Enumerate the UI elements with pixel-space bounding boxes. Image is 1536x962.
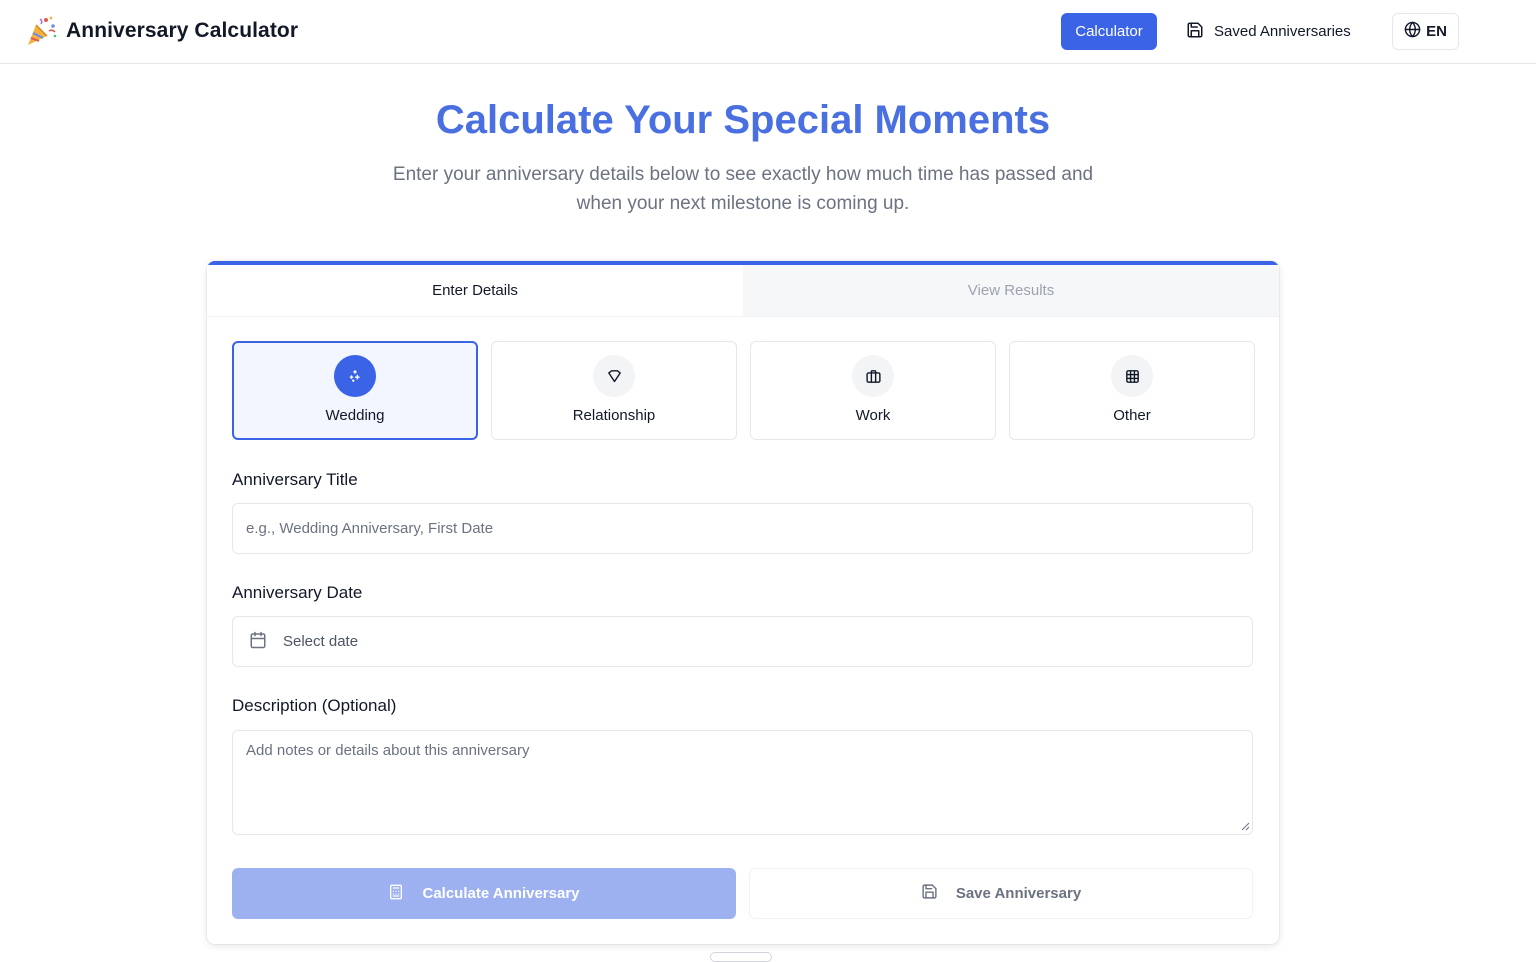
- sparkles-icon: [334, 355, 376, 397]
- next-section-peek: [710, 952, 772, 962]
- saved-anniversaries-label: Saved Anniversaries: [1214, 23, 1351, 40]
- globe-icon: [1404, 21, 1421, 42]
- anniversary-title-input[interactable]: [232, 503, 1253, 554]
- anniversary-date-picker[interactable]: Select date: [232, 616, 1253, 667]
- language-label: EN: [1426, 23, 1447, 40]
- calculate-anniversary-button[interactable]: Calculate Anniversary: [232, 868, 736, 919]
- page-subtitle: Enter your anniversary details below to …: [392, 164, 1094, 214]
- description-label: Description (Optional): [232, 696, 397, 715]
- type-label-work: Work: [855, 407, 891, 424]
- resize-grip-icon[interactable]: [1241, 822, 1250, 831]
- calculator-card: Enter Details View Results Wedding Relat…: [207, 261, 1279, 944]
- briefcase-icon: [852, 355, 894, 397]
- tab-bar: Enter Details View Results: [207, 265, 1279, 317]
- calculator-nav-button[interactable]: Calculator: [1061, 13, 1157, 50]
- calendar-icon: [249, 631, 267, 653]
- tab-enter-details[interactable]: Enter Details: [207, 265, 743, 316]
- heart-icon: [593, 355, 635, 397]
- save-anniversary-label: Save Anniversary: [955, 885, 1082, 902]
- top-navigation-bar: Anniversary Calculator Calculator Saved …: [0, 0, 1536, 64]
- type-label-wedding: Wedding: [325, 407, 385, 424]
- calculator-icon: [388, 884, 404, 904]
- party-popper-icon: [24, 14, 58, 48]
- type-label-relationship: Relationship: [572, 407, 656, 424]
- anniversary-type-selector: Wedding Relationship Work Other: [232, 341, 1255, 440]
- page-title: Calculate Your Special Moments: [435, 98, 1051, 142]
- calculate-anniversary-label: Calculate Anniversary: [422, 885, 580, 902]
- type-option-other[interactable]: Other: [1009, 341, 1255, 440]
- language-selector[interactable]: EN: [1392, 13, 1459, 50]
- tab-view-results[interactable]: View Results: [743, 265, 1279, 316]
- grid-icon: [1111, 355, 1153, 397]
- floppy-disk-icon: [921, 883, 938, 904]
- anniversary-date-label: Anniversary Date: [232, 583, 363, 602]
- type-option-wedding[interactable]: Wedding: [232, 341, 478, 440]
- type-option-relationship[interactable]: Relationship: [491, 341, 737, 440]
- description-textarea[interactable]: [232, 730, 1253, 835]
- save-anniversary-button[interactable]: Save Anniversary: [749, 868, 1253, 919]
- date-placeholder: Select date: [283, 633, 359, 650]
- saved-anniversaries-nav-button[interactable]: Saved Anniversaries: [1176, 13, 1361, 50]
- type-option-work[interactable]: Work: [750, 341, 996, 440]
- floppy-disk-icon: [1186, 21, 1204, 43]
- anniversary-title-label: Anniversary Title: [232, 470, 358, 489]
- app-title: Anniversary Calculator: [66, 19, 299, 42]
- type-label-other: Other: [1113, 407, 1151, 424]
- brand[interactable]: Anniversary Calculator: [24, 14, 298, 48]
